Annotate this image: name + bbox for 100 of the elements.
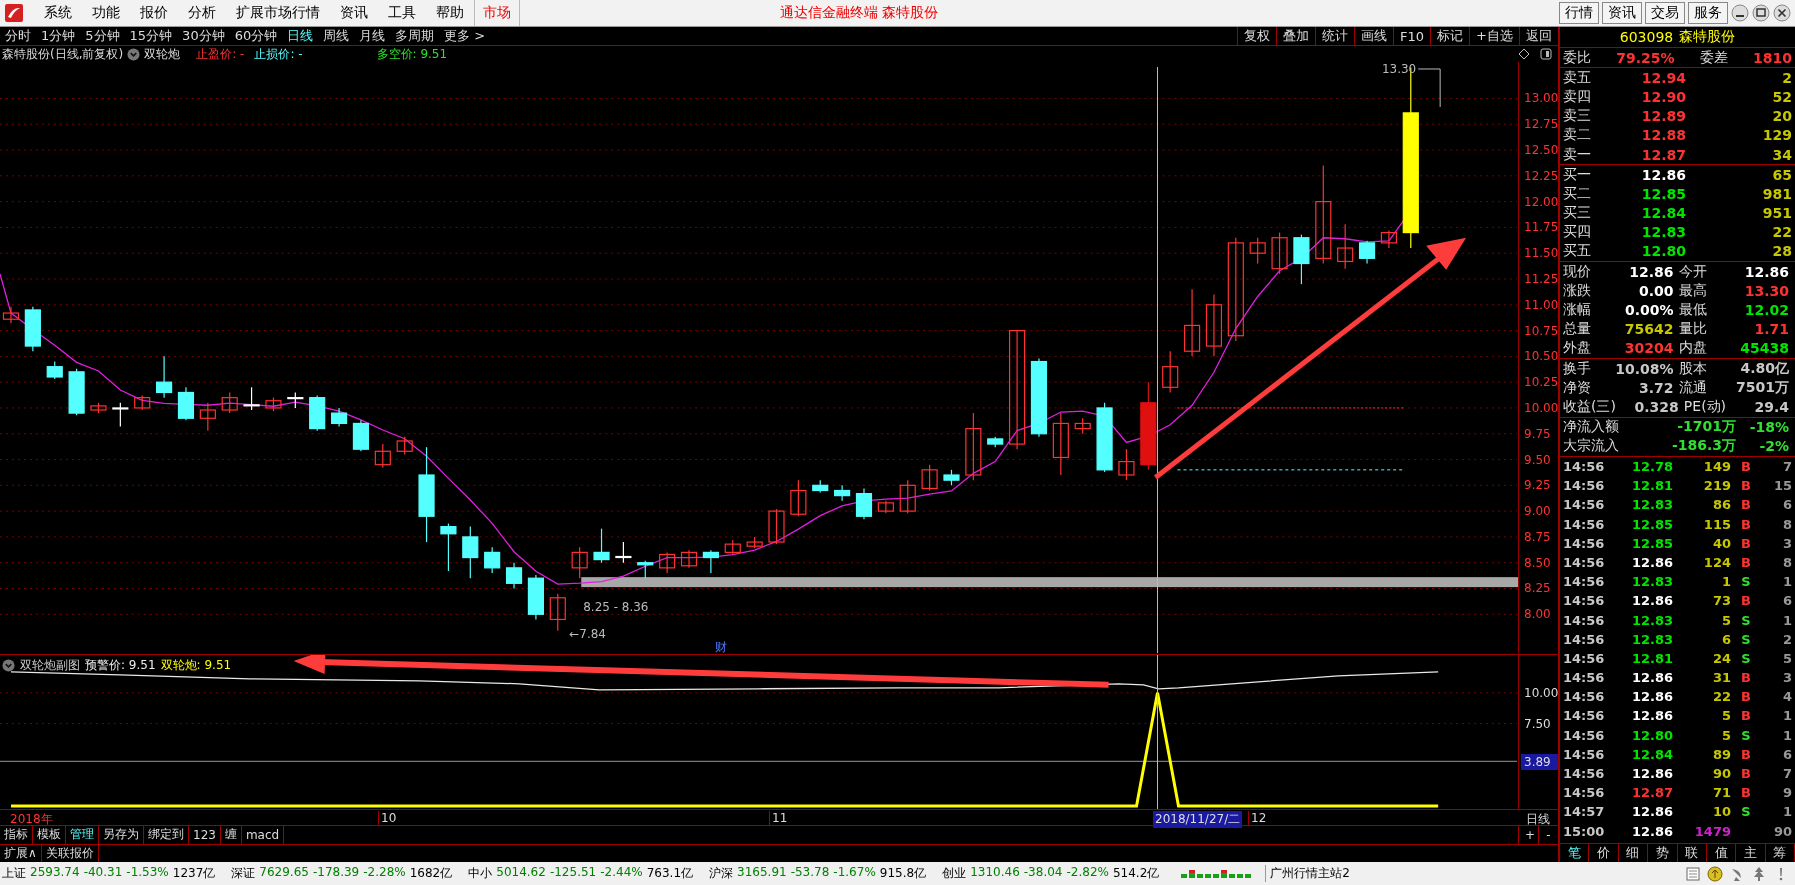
- top-nav-button[interactable]: 服务: [1688, 2, 1728, 24]
- coin-icon[interactable]: [1707, 865, 1723, 882]
- period-tab[interactable]: 30分钟: [177, 27, 230, 46]
- trade-price: 12.83: [1630, 574, 1673, 590]
- price-axis-label: 11.25: [1524, 272, 1558, 287]
- trade-price: 12.80: [1630, 727, 1673, 743]
- dropdown-chevron-icon[interactable]: [127, 47, 141, 61]
- period-tab[interactable]: 15分钟: [124, 27, 178, 46]
- period-tab[interactable]: 1分钟: [36, 27, 81, 46]
- menu-item[interactable]: 资讯: [330, 4, 378, 22]
- indicator-tab[interactable]: 指标: [0, 826, 33, 844]
- quote-value: 45438: [1739, 340, 1790, 357]
- menu-item[interactable]: 帮助: [426, 4, 474, 22]
- quote-value: 0.00: [1637, 282, 1675, 299]
- flow-label: 大宗流入: [1563, 437, 1619, 456]
- period-tab[interactable]: 分时: [0, 27, 36, 46]
- period-tab[interactable]: 月线: [354, 27, 391, 46]
- maximize-icon[interactable]: [1752, 4, 1770, 22]
- trade-side: B: [1741, 497, 1751, 513]
- high-pointer: [1417, 68, 1441, 108]
- period-tab[interactable]: 周线: [318, 27, 355, 46]
- price-axis-label: 10.00: [1524, 401, 1558, 416]
- trade-volume: 5: [1720, 708, 1731, 724]
- period-tab[interactable]: 日线: [282, 27, 319, 46]
- index-value: 2593.74: [30, 865, 80, 881]
- trade-side: B: [1741, 516, 1751, 532]
- indicator-tab[interactable]: 123: [189, 826, 221, 844]
- trade-price: 12.86: [1630, 804, 1673, 820]
- menu-item[interactable]: 扩展市场行情: [226, 4, 330, 22]
- top-nav-button[interactable]: 行情: [1559, 2, 1599, 24]
- order-level-label: 卖三: [1563, 107, 1591, 126]
- candlestick: [834, 485, 851, 502]
- quote-value: 79.25%: [1616, 49, 1675, 66]
- price-axis-label: 12.00: [1524, 195, 1558, 209]
- trade-side: B: [1741, 670, 1751, 686]
- trade-side: S: [1741, 612, 1751, 628]
- indicator-tab[interactable]: 管理: [66, 826, 99, 844]
- extension-tab[interactable]: 扩展∧: [0, 844, 42, 862]
- price-axis-label: 12.75: [1524, 117, 1558, 132]
- candlestick: [746, 536, 763, 550]
- diamond-icon[interactable]: [1518, 48, 1530, 61]
- trade-side: B: [1741, 554, 1751, 570]
- candlestick: [987, 436, 1004, 449]
- dropdown-chevron-icon[interactable]: [2, 658, 15, 672]
- trade-price: 12.87: [1630, 785, 1673, 801]
- candlestick: [156, 356, 173, 399]
- trade-side: B: [1741, 478, 1751, 494]
- indicator-tab[interactable]: 绑定到: [144, 826, 189, 844]
- market-button[interactable]: 市场: [474, 0, 520, 26]
- order-volume: 52: [1771, 88, 1792, 105]
- high-price-label: 13.30: [1381, 62, 1417, 77]
- candlestick: [1358, 240, 1376, 265]
- candlestick: [2, 306, 20, 325]
- menu-item[interactable]: 报价: [130, 4, 178, 22]
- order-volume: 22: [1771, 224, 1792, 241]
- trade-count: 3: [1781, 535, 1792, 551]
- trade-side: B: [1741, 746, 1751, 762]
- top-nav-button[interactable]: 资讯: [1602, 2, 1642, 24]
- trade-time: 14:56: [1563, 746, 1606, 762]
- trade-price: 12.78: [1630, 459, 1673, 475]
- trade-time: 14:56: [1563, 593, 1606, 609]
- minimize-icon[interactable]: [1731, 4, 1749, 22]
- candlestick: [1118, 449, 1135, 482]
- indicator-tab[interactable]: 缠: [220, 826, 242, 844]
- candlestick: [1380, 230, 1397, 250]
- price-axis-label: 11.75: [1524, 220, 1558, 235]
- menu-item[interactable]: 分析: [178, 4, 226, 22]
- candlestick: [877, 500, 894, 515]
- panel-toggle-icon[interactable]: [1540, 48, 1552, 61]
- extension-tab[interactable]: 关联报价: [41, 844, 99, 862]
- trade-price: 12.86: [1630, 554, 1673, 570]
- quote-value: 13.30: [1743, 282, 1790, 299]
- menu-item[interactable]: 工具: [378, 4, 426, 22]
- finance-marker[interactable]: 财: [715, 640, 728, 654]
- candlestick: [702, 550, 719, 574]
- top-nav-button[interactable]: 交易: [1645, 2, 1685, 24]
- tree-icon[interactable]: [1751, 865, 1767, 882]
- indicator-tab[interactable]: 模板: [33, 826, 66, 844]
- trade-price: 12.86: [1630, 689, 1673, 705]
- order-volume: 951: [1761, 205, 1792, 222]
- quote-label: PE(动): [1683, 397, 1727, 416]
- trade-count: 8: [1781, 554, 1792, 570]
- order-price: 12.94: [1640, 69, 1687, 86]
- order-level-label: 卖四: [1563, 87, 1591, 106]
- flow-amount: -186.3万: [1670, 437, 1737, 456]
- period-tab[interactable]: 多周期: [390, 27, 440, 46]
- candlestick: [287, 392, 304, 409]
- chart-title: 森特股份(日线,前复权): [2, 45, 124, 63]
- period-tab[interactable]: 5分钟: [80, 27, 125, 46]
- menu-item[interactable]: 功能: [82, 4, 130, 22]
- candlestick: [1052, 412, 1069, 477]
- period-tab[interactable]: 60分钟: [229, 27, 283, 46]
- indicator-tab[interactable]: macd: [241, 826, 285, 844]
- cursor-date-label: 2018/11/27/二: [1153, 810, 1243, 828]
- index-percent: -1.67%: [833, 865, 876, 881]
- indicator-tab[interactable]: 另存为: [99, 826, 144, 844]
- period-tab[interactable]: 更多 >: [439, 27, 491, 46]
- menu-item[interactable]: 系统: [34, 4, 82, 22]
- candlestick: [1271, 232, 1288, 275]
- close-icon[interactable]: [1773, 4, 1791, 22]
